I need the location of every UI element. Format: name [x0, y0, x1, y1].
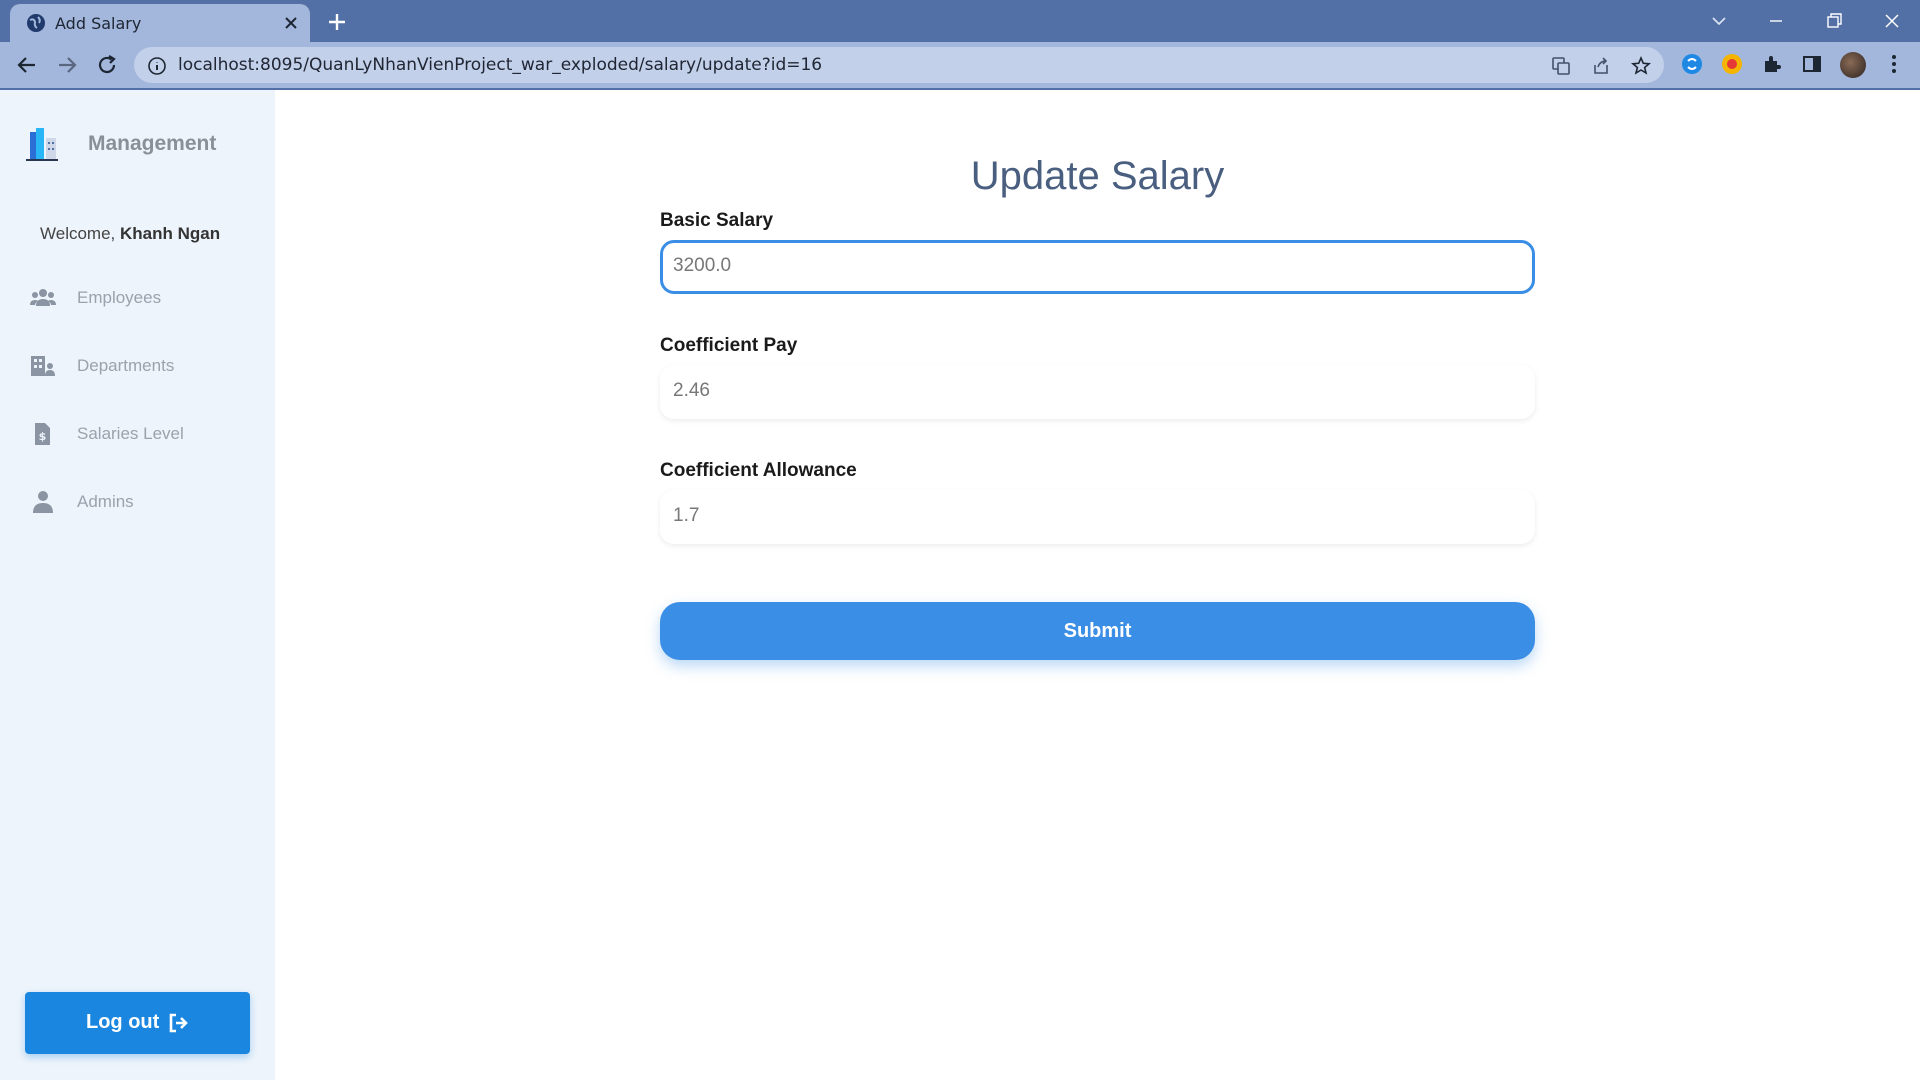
minimize-icon[interactable] — [1762, 8, 1790, 34]
basic-salary-label: Basic Salary — [660, 210, 774, 231]
sidebar-item-label: Employees — [77, 288, 162, 307]
logout-button[interactable]: Log out — [25, 992, 250, 1054]
extension-yellow-icon[interactable] — [1720, 52, 1744, 76]
puzzle-icon[interactable] — [1760, 52, 1784, 76]
coefficient-allowance-value: 1.7 — [673, 505, 700, 526]
welcome-prefix: Welcome, — [40, 224, 116, 243]
brand-name: Management — [88, 132, 217, 155]
coefficient-allowance-label: Coefficient Allowance — [660, 460, 857, 481]
profile-avatar[interactable] — [1840, 52, 1866, 78]
chevron-down-icon[interactable] — [1705, 8, 1733, 34]
extension-blue-icon[interactable] — [1680, 52, 1704, 76]
forward-arrow-icon[interactable] — [54, 52, 80, 78]
basic-salary-input[interactable]: 3200.0 — [660, 240, 1535, 294]
translate-icon[interactable] — [1550, 55, 1572, 77]
coefficient-allowance-input[interactable]: 1.7 — [660, 490, 1535, 544]
sidebar-item-admins[interactable]: Admins — [30, 482, 260, 522]
kebab-menu-icon[interactable] — [1882, 52, 1906, 76]
logout-label: Log out — [86, 1011, 160, 1033]
building-logo-icon — [26, 128, 58, 161]
basic-salary-value: 3200.0 — [673, 255, 732, 276]
sidepanel-icon[interactable] — [1800, 52, 1824, 76]
chrome-divider — [0, 88, 1920, 90]
sidebar-item-employees[interactable]: Employees — [30, 278, 260, 318]
sidebar-item-label: Admins — [77, 492, 134, 511]
invoice-dollar-icon: $ — [35, 423, 50, 445]
restore-icon[interactable] — [1820, 8, 1848, 34]
plus-icon[interactable] — [325, 10, 349, 34]
sidebar-item-label: Salaries Level — [77, 424, 184, 443]
coefficient-pay-label: Coefficient Pay — [660, 335, 798, 356]
sidebar-item-departments[interactable]: Departments — [30, 346, 260, 386]
globe-icon — [27, 14, 45, 32]
sign-out-icon — [169, 1013, 188, 1033]
coefficient-pay-input[interactable]: 2.46 — [660, 365, 1535, 419]
svg-text:$: $ — [39, 430, 47, 443]
welcome-text: Welcome, Khanh Ngan — [40, 224, 220, 244]
submit-button[interactable]: Submit — [660, 602, 1535, 660]
url-text: localhost:8095/QuanLyNhanVienProject_war… — [178, 55, 823, 75]
page-title: Update Salary — [970, 154, 1225, 198]
tab-title: Add Salary — [55, 14, 142, 33]
back-arrow-icon[interactable] — [14, 52, 40, 78]
browser-toolbar: localhost:8095/QuanLyNhanVienProject_war… — [0, 42, 1920, 88]
window-close-icon[interactable] — [1878, 8, 1906, 34]
browser-titlebar: Add Salary — [0, 0, 1920, 42]
user-icon — [33, 491, 53, 513]
reload-icon[interactable] — [94, 52, 120, 78]
address-bar[interactable]: localhost:8095/QuanLyNhanVienProject_war… — [134, 47, 1664, 83]
user-name: Khanh Ngan — [120, 224, 221, 243]
info-icon[interactable] — [146, 55, 168, 77]
share-icon[interactable] — [1590, 55, 1612, 77]
browser-tab[interactable]: Add Salary — [10, 4, 310, 42]
close-icon[interactable] — [282, 14, 300, 32]
sidebar-item-salaries-level[interactable]: $ Salaries Level — [30, 414, 260, 454]
users-icon — [30, 289, 56, 306]
star-icon[interactable] — [1630, 55, 1652, 77]
sidebar-item-label: Departments — [77, 356, 175, 375]
building-icon — [31, 356, 55, 376]
sidebar: Management Welcome, Khanh Ngan Employees… — [0, 90, 275, 1080]
coefficient-pay-value: 2.46 — [673, 380, 710, 401]
